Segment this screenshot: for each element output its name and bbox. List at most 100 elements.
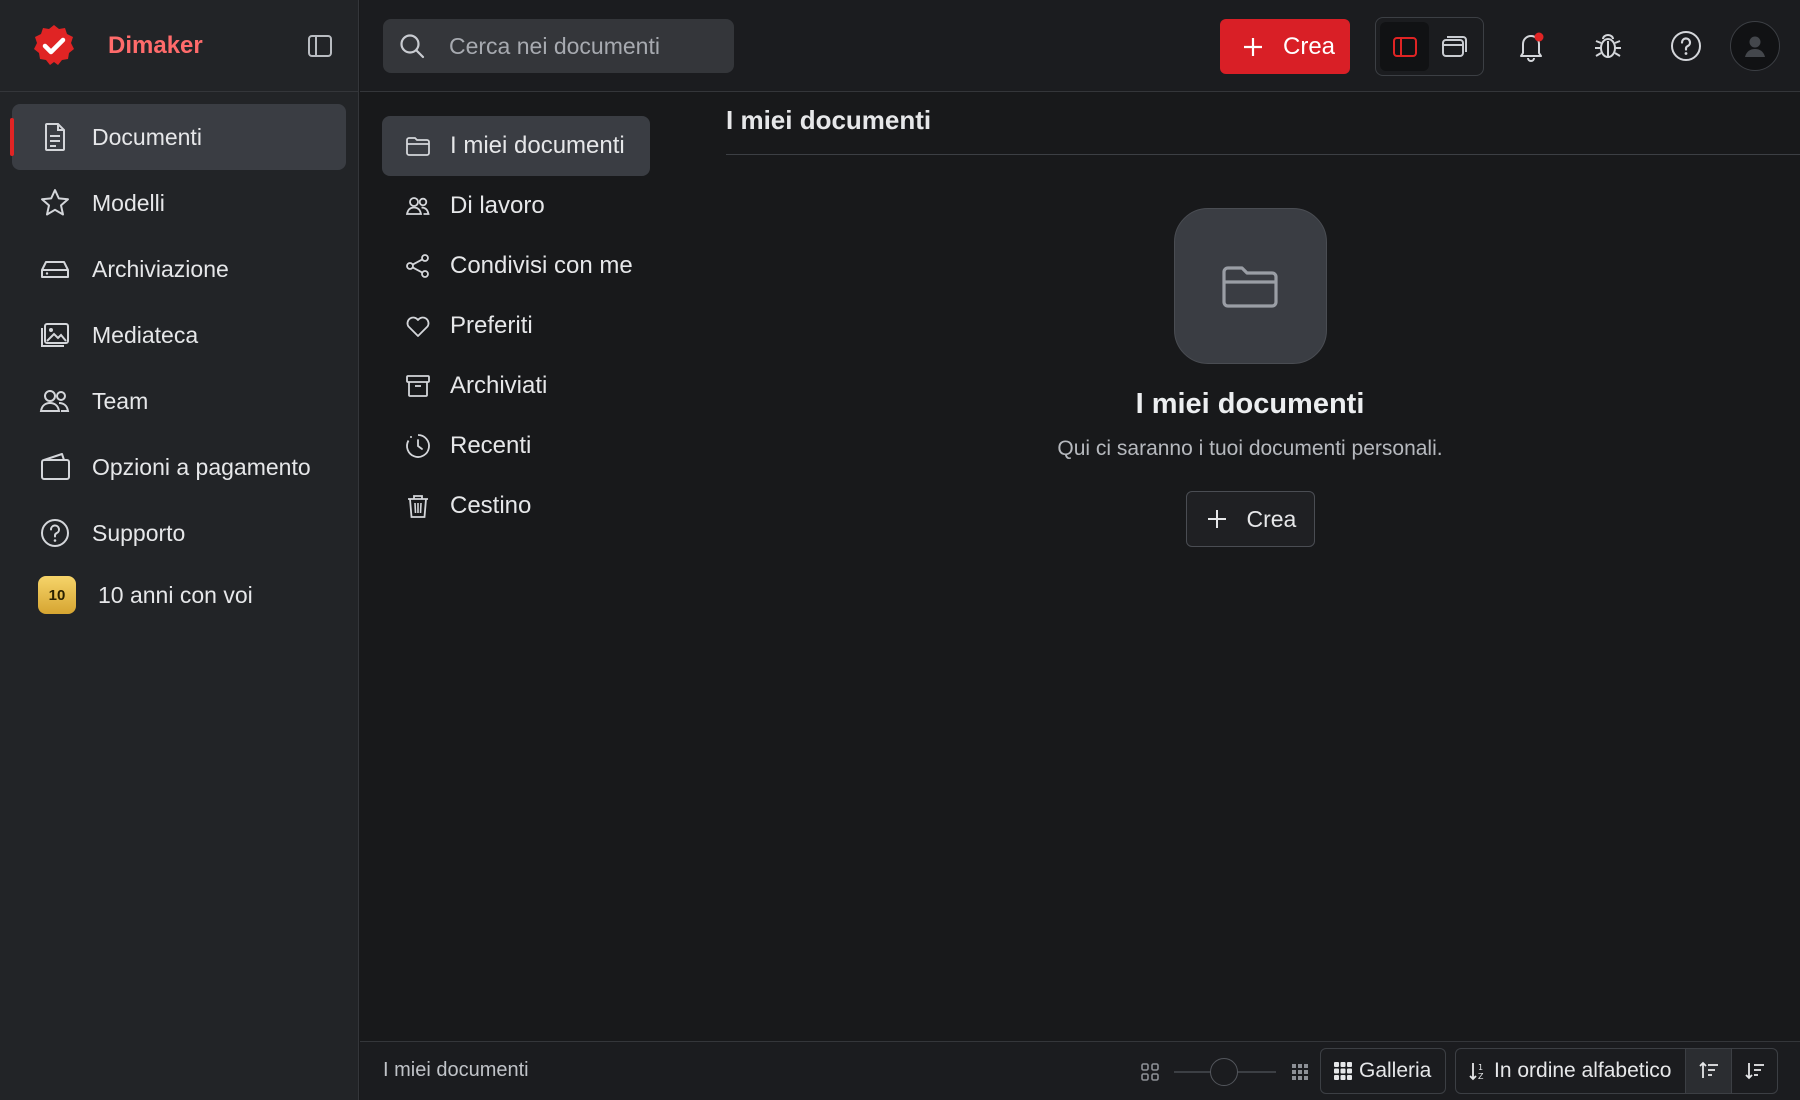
bell-icon — [1520, 32, 1544, 62]
users-icon — [405, 197, 430, 215]
grid-large-icon — [1292, 1064, 1308, 1080]
doc-nav-item-i-miei-documenti[interactable]: I miei documenti — [382, 116, 650, 176]
slider-thumb[interactable] — [1210, 1058, 1238, 1086]
doc-nav-item-condivisi-con-me[interactable]: Condivisi con me — [382, 236, 650, 296]
doc-nav-item-archiviati[interactable]: Archiviati — [382, 356, 650, 416]
empty-state-description: Qui ci saranno i tuoi documenti personal… — [1057, 437, 1443, 460]
avatar[interactable] — [1730, 21, 1780, 71]
svg-text:1: 1 — [1478, 1063, 1483, 1072]
sidebar-item-label: Mediateca — [92, 321, 199, 348]
search-input[interactable] — [449, 32, 709, 60]
sidebar-item-documenti[interactable]: Documenti — [10, 104, 346, 170]
documents-nav: I miei documenti Di lavoro Condivisi con… — [382, 116, 650, 536]
main-nav: Documenti Modelli Archiviazione Mediatec… — [0, 92, 358, 624]
grid-small-icon — [1141, 1063, 1159, 1081]
sidebar-item-label: Opzioni a pagamento — [92, 453, 311, 480]
sidebar-item-mediateca[interactable]: Mediateca — [12, 302, 346, 368]
help-button[interactable] — [1665, 25, 1707, 67]
status-footer: I miei documenti Galleria 1Z In ordine a… — [360, 1041, 1800, 1100]
content-header: I miei documenti — [726, 92, 1800, 155]
doc-nav-label: Preferiti — [450, 312, 533, 339]
sidebar-item-team[interactable]: Team — [12, 368, 346, 434]
view-mode-button[interactable]: Galleria — [1320, 1048, 1446, 1094]
star-icon — [41, 189, 69, 216]
layout-toggle — [1375, 17, 1484, 76]
sort-descending-icon — [1744, 1063, 1764, 1080]
view-mode-label: Galleria — [1359, 1059, 1432, 1082]
sort-controls: 1Z In ordine alfabetico — [1455, 1048, 1778, 1094]
document-icon — [45, 123, 65, 151]
gallery-grid-icon — [1334, 1062, 1352, 1080]
layout-sidebar-button[interactable] — [1380, 22, 1429, 71]
archive-box-icon — [406, 375, 430, 397]
create-button[interactable]: Crea — [1220, 19, 1350, 74]
plus-icon — [1244, 37, 1262, 56]
sidebar-item-archiviazione[interactable]: Archiviazione — [12, 236, 346, 302]
sort-ascending-icon — [1698, 1061, 1718, 1078]
share-icon — [406, 254, 429, 278]
sort-ascending-button[interactable] — [1685, 1049, 1731, 1093]
sort-alpha-icon: 1Z — [1469, 1063, 1484, 1081]
trash-icon — [408, 495, 428, 518]
brand-bar: Dimaker — [0, 0, 358, 92]
sidebar-item-label: 10 anni con voi — [98, 581, 253, 608]
doc-nav-label: Archiviati — [450, 372, 548, 399]
sort-descending-button[interactable] — [1731, 1049, 1777, 1093]
doc-nav-item-recenti[interactable]: Recenti — [382, 416, 650, 476]
footer-breadcrumb: I miei documenti — [383, 1059, 529, 1081]
bug-report-button[interactable] — [1587, 25, 1629, 67]
brand-logo-icon[interactable] — [30, 22, 78, 70]
storage-drive-icon — [41, 261, 69, 278]
doc-nav-item-cestino[interactable]: Cestino — [382, 476, 650, 536]
sidebar-item-supporto[interactable]: Supporto — [12, 500, 346, 566]
sidebar-item-modelli[interactable]: Modelli — [12, 170, 346, 236]
doc-nav-label: Cestino — [450, 492, 532, 519]
folder-icon — [1222, 266, 1278, 308]
wallet-icon — [41, 453, 70, 480]
search-icon — [400, 34, 425, 59]
image-library-icon — [41, 323, 69, 347]
sidebar-item-label: Team — [92, 387, 149, 414]
search-box[interactable] — [383, 19, 734, 73]
brand-name: Dimaker — [108, 31, 203, 59]
anniversary-badge: 10 — [38, 576, 76, 614]
window-stack-icon — [1441, 35, 1467, 57]
plus-icon — [1207, 510, 1226, 528]
sidebar-collapse-icon[interactable] — [305, 31, 335, 61]
thumbnail-size-slider[interactable] — [1140, 1056, 1310, 1088]
sidebar-item-label: Modelli — [92, 189, 165, 216]
help-circle-icon — [1671, 31, 1701, 61]
empty-state: I miei documenti Qui ci saranno i tuoi d… — [960, 208, 1540, 547]
empty-state-illustration — [1173, 208, 1327, 364]
doc-nav-label: Condivisi con me — [450, 252, 633, 279]
topbar: Crea — [360, 0, 1800, 92]
empty-state-create-label: Crea — [1246, 505, 1297, 532]
layout-window-button[interactable] — [1429, 22, 1478, 71]
doc-nav-item-preferiti[interactable]: Preferiti — [382, 296, 650, 356]
sidebar-item-label: Archiviazione — [92, 255, 229, 282]
page-title: I miei documenti — [726, 105, 932, 135]
doc-nav-label: I miei documenti — [450, 132, 625, 159]
create-button-label: Crea — [1283, 32, 1336, 60]
empty-state-create-button[interactable]: Crea — [1185, 491, 1315, 547]
sidebar-layout-icon — [1392, 36, 1417, 57]
sidebar-item-opzioni-a-pagamento[interactable]: Opzioni a pagamento — [12, 434, 346, 500]
bug-icon — [1595, 34, 1621, 58]
sidebar-item-10-anni[interactable]: 10 10 anni con voi — [12, 566, 346, 624]
team-icon — [39, 390, 70, 412]
sidebar-item-label: Documenti — [92, 123, 202, 150]
doc-nav-label: Recenti — [450, 432, 532, 459]
sidebar-item-label: Supporto — [92, 519, 186, 546]
sort-field-label: In ordine alfabetico — [1494, 1059, 1672, 1082]
heart-icon — [406, 316, 430, 337]
svg-text:Z: Z — [1478, 1072, 1484, 1081]
app-sidebar: Dimaker Documenti Modelli Archiviazione … — [0, 0, 359, 1100]
sort-field-button[interactable]: 1Z In ordine alfabetico — [1456, 1049, 1685, 1093]
notifications-button[interactable] — [1510, 25, 1552, 67]
clock-icon — [406, 434, 430, 458]
folder-icon — [406, 137, 430, 156]
doc-nav-label: Di lavoro — [450, 192, 545, 219]
doc-nav-item-di-lavoro[interactable]: Di lavoro — [382, 176, 650, 236]
user-avatar-icon — [1745, 36, 1765, 57]
help-circle-icon — [41, 519, 69, 547]
